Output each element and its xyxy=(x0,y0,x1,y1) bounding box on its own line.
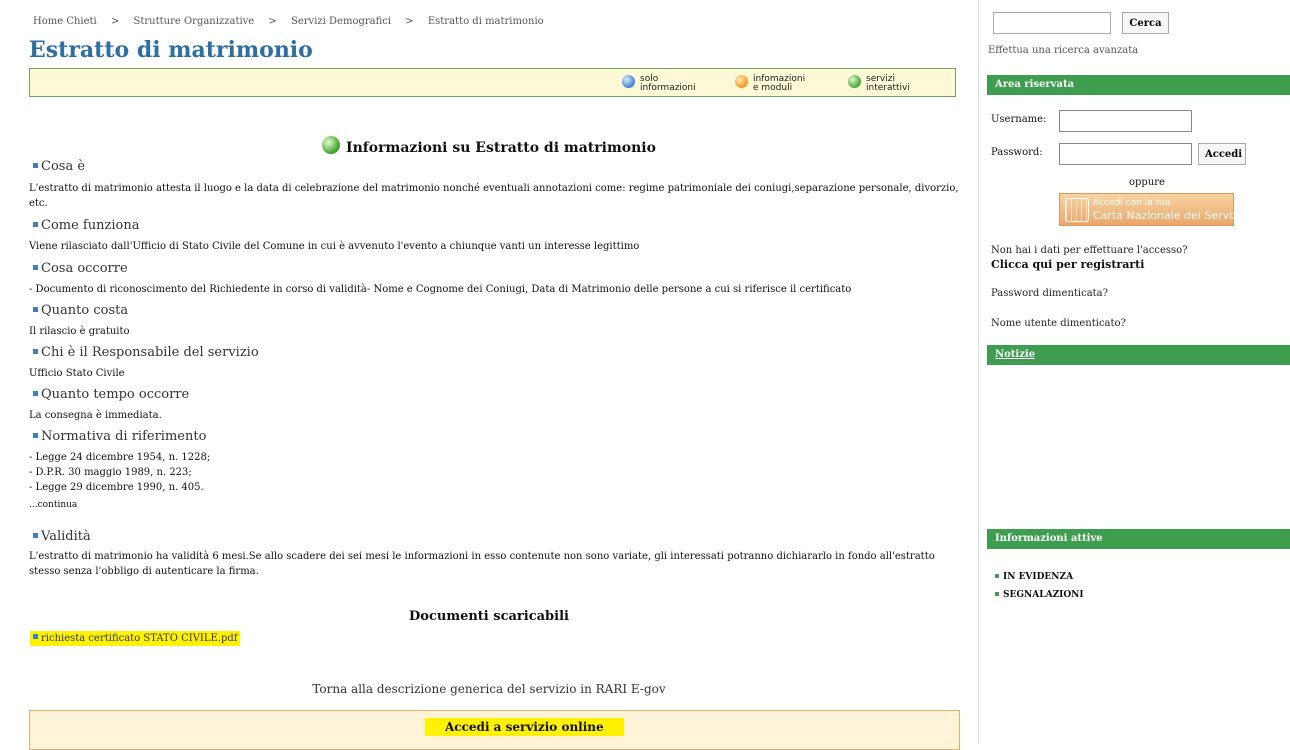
section-label-text: Cosa è xyxy=(41,159,86,174)
bullet-icon xyxy=(33,265,38,270)
legend-label: informazioni xyxy=(640,83,696,93)
section-text-cosa-occorre: - Documento di riconoscimento del Richie… xyxy=(29,284,852,295)
breadcrumb-home[interactable]: Home Chieti xyxy=(33,16,97,27)
section-label-come-funziona: Come funziona xyxy=(33,218,139,233)
bullet-icon xyxy=(33,163,38,168)
breadcrumb-servizi[interactable]: Servizi Demografici xyxy=(291,16,391,27)
service-legend: solo informazioni infomazioni e moduli ser… xyxy=(29,68,956,97)
section-text-come-funziona: Viene rilasciato dall'Ufficio di Stato C… xyxy=(29,241,640,252)
legend-servizi-interattivi: servizi interattivi xyxy=(848,75,910,93)
section-label-quanto-costa: Quanto costa xyxy=(33,303,128,318)
section-text-responsabile: Ufficio Stato Civile xyxy=(29,368,125,379)
breadcrumb-separator: > xyxy=(405,16,414,27)
main-content: Home Chieti > Strutture Organizzative > … xyxy=(0,0,978,750)
normativa-line: - Legge 24 dicembre 1954, n. 1228; xyxy=(29,452,211,463)
search-input[interactable] xyxy=(993,12,1111,34)
area-riservata-header: Area riservata xyxy=(987,75,1290,95)
legend-label: interattivi xyxy=(866,83,910,93)
register-link[interactable]: Clicca qui per registrarti xyxy=(991,258,1144,271)
info-heading: Informazioni su Estratto di matrimonio xyxy=(0,136,978,156)
forgot-username-link[interactable]: Nome utente dimenticato? xyxy=(991,318,1126,329)
normativa-line: - D.P.R. 30 maggio 1989, n. 223; xyxy=(29,467,192,478)
continua-link[interactable]: ...continua xyxy=(29,498,964,513)
section-text-cosa-e: L'estratto di matrimonio attesta il luog… xyxy=(29,183,959,209)
info-attive-header: Informazioni attive xyxy=(987,529,1290,549)
notizie-header[interactable]: Notizie xyxy=(987,345,1290,365)
bullet-icon xyxy=(33,349,38,354)
page-title: Estratto di matrimonio xyxy=(29,37,313,63)
breadcrumb-current: Estratto di matrimonio xyxy=(427,16,544,27)
section-label-text: Quanto tempo occorre xyxy=(41,387,190,402)
green-dot-icon xyxy=(322,136,341,154)
bullet-icon xyxy=(995,592,999,596)
section-label-validita: Validità xyxy=(33,529,91,544)
password-field[interactable] xyxy=(1059,143,1192,165)
advanced-search-link[interactable]: Effettua una ricerca avanzata xyxy=(988,45,1138,56)
section-text-tempo: La consegna è immediata. xyxy=(29,410,162,421)
section-label-text: Cosa occorre xyxy=(41,261,128,276)
section-label-normativa: Normativa di riferimento xyxy=(33,429,206,444)
normativa-line: - Legge 29 dicembre 1990, n. 405. xyxy=(29,482,204,493)
section-label-cosa-e: Cosa è xyxy=(33,159,85,174)
legend-informazioni-moduli: infomazioni e moduli xyxy=(735,75,805,93)
normativa-list: - Legge 24 dicembre 1954, n. 1228; - D.P… xyxy=(29,450,964,513)
breadcrumb: Home Chieti > Strutture Organizzative > … xyxy=(33,16,555,27)
login-button[interactable]: Accedi xyxy=(1198,143,1246,165)
section-label-text: Normativa di riferimento xyxy=(41,429,207,444)
section-label-text: Quanto costa xyxy=(41,303,129,318)
breadcrumb-separator: > xyxy=(110,16,120,27)
download-file-name: richiesta certificato STATO CIVILE.pdf xyxy=(41,633,238,644)
cns-login-button[interactable]: Accedi con la tua Carta Nazionale dei Se… xyxy=(1059,193,1241,226)
legend-solo-informazioni: solo informazioni xyxy=(622,75,696,93)
downloads-heading: Documenti scaricabili xyxy=(409,609,569,624)
bullet-icon xyxy=(33,433,38,438)
back-to-rari-link[interactable]: Torna alla descrizione generica del serv… xyxy=(0,682,978,696)
password-label: Password: xyxy=(991,147,1043,158)
search-button[interactable]: Cerca xyxy=(1122,12,1169,34)
bullet-icon xyxy=(33,391,38,396)
bullet-icon xyxy=(33,634,38,639)
legend-label: e moduli xyxy=(753,83,793,93)
smartcard-icon xyxy=(1065,198,1089,222)
orange-dot-icon xyxy=(735,75,748,88)
section-text-quanto-costa: Il rilascio è gratuito xyxy=(29,326,130,337)
bullet-icon xyxy=(33,222,38,227)
info-item-label: SEGNALAZIONI xyxy=(1003,590,1084,600)
info-item-label: IN EVIDENZA xyxy=(1003,572,1074,582)
info-item-segnalazioni[interactable]: SEGNALAZIONI xyxy=(995,590,1084,600)
bullet-icon xyxy=(995,574,999,578)
section-label-text: Come funziona xyxy=(41,218,140,233)
username-field[interactable] xyxy=(1059,110,1192,132)
online-service-box: Accedi a servizio online xyxy=(29,710,960,750)
breadcrumb-strutture[interactable]: Strutture Organizzative xyxy=(134,16,255,27)
no-access-text: Non hai i dati per effettuare l'accesso? xyxy=(991,245,1188,256)
bullet-icon xyxy=(33,307,38,312)
username-label: Username: xyxy=(991,114,1047,125)
green-dot-icon xyxy=(848,75,861,88)
section-label-cosa-occorre: Cosa occorre xyxy=(33,261,128,276)
breadcrumb-separator: > xyxy=(268,16,277,27)
cns-line2: Carta Nazionale dei Servizi xyxy=(1093,209,1242,222)
section-text-validita: L'estratto di matrimonio ha validità 6 m… xyxy=(29,551,935,577)
cns-line1: Accedi con la tua xyxy=(1093,198,1171,208)
section-label-tempo: Quanto tempo occorre xyxy=(33,387,189,402)
download-file-link[interactable]: richiesta certificato STATO CIVILE.pdf xyxy=(30,631,241,646)
info-item-evidenza[interactable]: IN EVIDENZA xyxy=(995,572,1073,582)
section-label-text: Validità xyxy=(41,529,91,544)
info-heading-text: Informazioni su Estratto di matrimonio xyxy=(346,140,656,156)
forgot-password-link[interactable]: Password dimenticata? xyxy=(991,288,1108,299)
section-label-responsabile: Chi è il Responsabile del servizio xyxy=(33,345,259,360)
blue-dot-icon xyxy=(622,75,635,88)
online-service-button[interactable]: Accedi a servizio online xyxy=(425,718,624,736)
section-label-text: Chi è il Responsabile del servizio xyxy=(41,345,259,360)
bullet-icon xyxy=(33,533,38,538)
oppure-label: oppure xyxy=(1129,177,1165,188)
sidebar: Cerca Effettua una ricerca avanzata Area… xyxy=(978,0,1290,744)
